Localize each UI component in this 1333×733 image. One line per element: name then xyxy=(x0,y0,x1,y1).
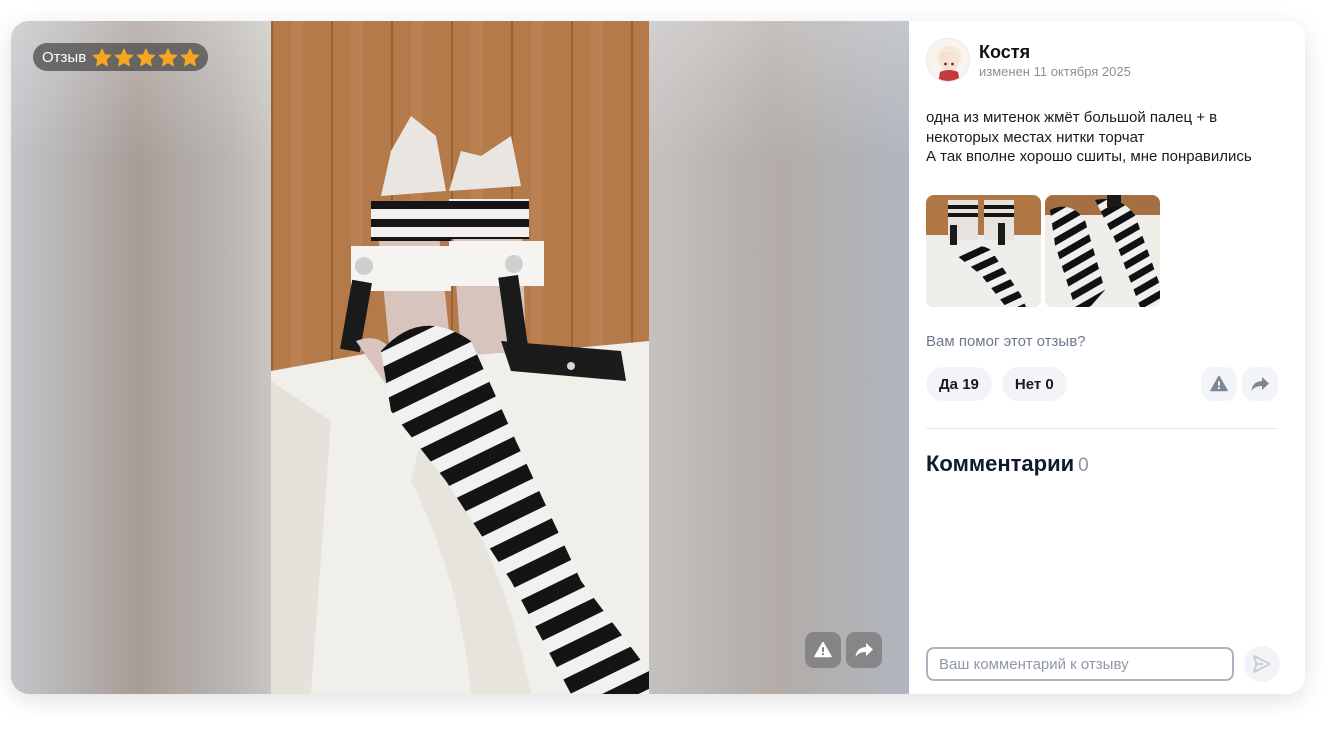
comments-title: Комментарии xyxy=(926,451,1075,476)
edited-date: изменен 11 октября 2025 xyxy=(979,64,1131,79)
send-icon xyxy=(1253,655,1271,673)
comments-count: 0 xyxy=(1078,455,1089,476)
divider xyxy=(926,428,1276,429)
review-photo-thumbnails xyxy=(926,195,1160,307)
review-text: одна из митенок жмёт большой палец + в н… xyxy=(926,108,1286,167)
warning-icon xyxy=(814,641,832,658)
star-icon xyxy=(114,48,134,67)
vote-no-button[interactable]: Нет 0 xyxy=(1001,367,1067,401)
author-name[interactable]: Костя xyxy=(979,42,1030,63)
rating-stars xyxy=(92,48,200,67)
comments-heading: Комментарии 0 xyxy=(926,451,1089,477)
rating-badge: Отзыв xyxy=(33,43,209,71)
review-card: Отзыв Костя изменен 11 октября 2025 одна… xyxy=(11,21,1305,694)
warning-icon xyxy=(1210,375,1228,392)
star-icon xyxy=(92,48,112,67)
share-button[interactable] xyxy=(1242,367,1278,401)
send-comment-button[interactable] xyxy=(1244,646,1280,682)
avatar[interactable] xyxy=(926,38,970,82)
helpful-votes: Да 19 Нет 0 xyxy=(926,367,1067,401)
comment-input[interactable] xyxy=(926,647,1234,681)
review-photo[interactable] xyxy=(271,21,649,694)
review-details: Костя изменен 11 октября 2025 одна из ми… xyxy=(909,21,1305,694)
share-icon xyxy=(1251,377,1269,391)
media-share-button[interactable] xyxy=(846,632,882,668)
share-icon xyxy=(855,643,873,657)
review-media-viewer: Отзыв xyxy=(11,21,909,694)
review-text-line: одна из митенок жмёт большой палец + в xyxy=(926,109,1218,126)
helpful-question: Вам помог этот отзыв? xyxy=(926,333,1086,350)
photo-thumbnail[interactable] xyxy=(1045,195,1160,307)
media-report-button[interactable] xyxy=(805,632,841,668)
star-icon xyxy=(136,48,156,67)
rating-label: Отзыв xyxy=(42,48,87,66)
report-button[interactable] xyxy=(1201,367,1237,401)
star-icon xyxy=(158,48,178,67)
vote-yes-button[interactable]: Да 19 xyxy=(926,367,992,401)
review-text-line: А так вполне хорошо сшиты, мне понравили… xyxy=(926,148,1252,165)
review-text-line: некоторых местах нитки торчат xyxy=(926,128,1145,146)
photo-thumbnail[interactable] xyxy=(926,195,1041,307)
star-icon xyxy=(180,48,200,67)
